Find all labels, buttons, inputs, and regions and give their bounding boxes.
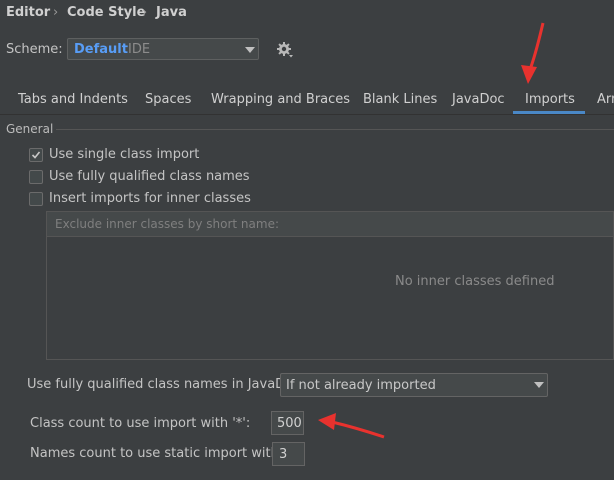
section-divider [56, 129, 614, 130]
names-count-label: Names count to use static import with '*… [30, 446, 302, 461]
checkbox-use-single-class-import[interactable] [29, 148, 43, 162]
breadcrumb-item-editor[interactable]: Editor [6, 5, 50, 23]
checkbox-use-fully-qualified-class-names[interactable] [29, 170, 43, 184]
tab-separator [0, 114, 614, 115]
selected-tab-indicator [513, 111, 585, 114]
javadoc-label: Use fully qualified class names in JavaD… [27, 377, 305, 392]
breadcrumb: Editor › Code Style › Java [0, 0, 614, 28]
chevron-down-icon [245, 47, 255, 53]
gear-icon[interactable] [276, 41, 294, 59]
tab-tabs-and-indents[interactable]: Tabs and Indents [18, 92, 128, 110]
annotation-arrow-icon [521, 22, 545, 84]
breadcrumb-separator-icon: › [53, 5, 59, 20]
class-count-value: 500 [277, 416, 302, 431]
tab-spaces[interactable]: Spaces [145, 92, 191, 110]
scheme-name: Default [74, 42, 128, 57]
breadcrumb-separator-icon: › [142, 5, 148, 20]
tab-wrapping-and-braces[interactable]: Wrapping and Braces [211, 92, 350, 110]
class-count-input[interactable]: 500 [271, 411, 304, 435]
exclude-inner-classes-placeholder: Exclude inner classes by short name: [55, 217, 279, 231]
javadoc-dropdown-value: If not already imported [286, 378, 436, 393]
class-count-label: Class count to use import with '*': [30, 416, 251, 431]
scheme-kind: IDE [128, 42, 151, 57]
breadcrumb-item-java[interactable]: Java [156, 5, 187, 23]
empty-list-text: No inner classes defined [395, 274, 555, 289]
tab-blank-lines[interactable]: Blank Lines [363, 92, 437, 110]
checkbox-insert-imports-inner-classes[interactable] [29, 192, 43, 206]
inner-classes-panel: Exclude inner classes by short name: No … [46, 211, 614, 360]
label-use-fully-qualified-class-names: Use fully qualified class names [49, 169, 250, 184]
names-count-value: 3 [279, 447, 288, 462]
tab-imports[interactable]: Imports [525, 92, 575, 110]
javadoc-dropdown[interactable]: If not already imported [280, 373, 548, 397]
exclude-inner-classes-field[interactable]: Exclude inner classes by short name: [47, 212, 613, 237]
breadcrumb-item-code-style[interactable]: Code Style [67, 5, 145, 23]
scheme-label: Scheme: [6, 42, 63, 57]
chevron-down-icon [534, 382, 544, 388]
annotation-arrow-icon [318, 413, 385, 439]
label-use-single-class-import: Use single class import [49, 147, 200, 162]
tab-arrangement[interactable]: Arr [597, 92, 614, 110]
scheme-dropdown[interactable]: Default IDE [67, 38, 259, 60]
section-title-general: General [6, 122, 54, 136]
names-count-input[interactable]: 3 [272, 442, 305, 466]
tab-javadoc[interactable]: JavaDoc [452, 92, 505, 110]
label-insert-imports-inner-classes: Insert imports for inner classes [49, 191, 251, 206]
